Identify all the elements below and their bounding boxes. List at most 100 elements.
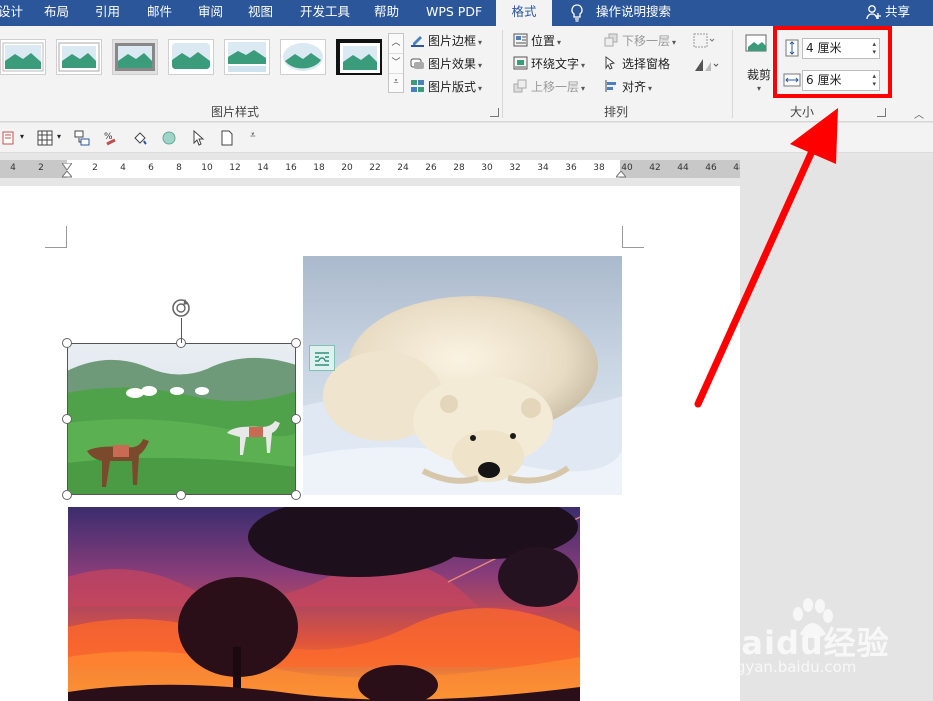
dropdown-arrow-icon[interactable]: ▾	[20, 132, 24, 141]
ruler-tick-label: 14	[257, 163, 269, 173]
resize-handle-bottom[interactable]	[176, 490, 186, 500]
tab-mailings[interactable]: 邮件	[147, 0, 172, 26]
resize-handle-bottom-left[interactable]	[62, 490, 72, 500]
rotate-handle-icon[interactable]	[170, 297, 192, 319]
paint-bucket-icon[interactable]	[132, 130, 148, 146]
selection-pane-button[interactable]: 选择窗格	[604, 54, 670, 74]
percent-icon[interactable]: %	[103, 130, 119, 146]
group-label-picture-styles: 图片样式	[210, 105, 259, 119]
ruler-tick-label: 36	[565, 163, 577, 173]
layout-options-icon[interactable]	[309, 345, 335, 371]
position-icon	[513, 33, 528, 47]
dialog-launcher-icon[interactable]	[490, 108, 499, 117]
picture-style-4[interactable]	[168, 39, 214, 75]
new-page-icon[interactable]	[219, 130, 235, 146]
convert-icon[interactable]	[74, 130, 90, 146]
tab-review[interactable]: 审阅	[198, 0, 223, 26]
wrap-text-button[interactable]: 环绕文字 ▾	[513, 54, 585, 74]
ruler-tick-label: 34	[537, 163, 549, 173]
polar-bear-photo[interactable]	[303, 256, 622, 495]
picture-style-5[interactable]	[224, 39, 270, 75]
resize-handle-top-left[interactable]	[62, 338, 72, 348]
sunset-tree-photo[interactable]	[68, 507, 580, 701]
resize-handle-bottom-right[interactable]	[291, 490, 301, 500]
group-separator	[732, 30, 733, 118]
picture-layout-button[interactable]: 图片版式 ▾	[410, 77, 482, 97]
wrap-text-icon	[513, 56, 528, 70]
send-backward-icon	[604, 33, 619, 47]
crop-icon[interactable]	[744, 33, 772, 59]
horizontal-ruler: 4 2 2 4 6 8 10 12 14 16 18 20 22 24 26 28 30 32 34 36 38 40 42…	[0, 160, 745, 178]
rotate-icon[interactable]	[693, 57, 719, 73]
ruler-tick-label: 4	[120, 163, 126, 173]
tab-format[interactable]: 格式	[496, 0, 552, 26]
crop-dropdown-icon[interactable]: ▾	[757, 84, 761, 93]
chevron-up-icon[interactable]: ︿	[389, 34, 403, 54]
table-icon[interactable]	[37, 130, 53, 146]
picture-style-6[interactable]	[280, 39, 326, 75]
customize-toolbar-icon[interactable]: ⩡	[250, 130, 256, 141]
more-icon[interactable]: ⩡	[389, 74, 403, 92]
tab-references[interactable]: 引用	[95, 0, 120, 26]
effects-icon	[410, 56, 425, 70]
gallery-scroll[interactable]: ︿ ﹀ ⩡	[388, 33, 404, 93]
tab-wps-pdf[interactable]: WPS PDF	[426, 0, 482, 26]
ruler-tick-label: 30	[481, 163, 493, 173]
margin-corner-mark	[622, 226, 644, 248]
tab-developer[interactable]: 开发工具	[300, 0, 350, 26]
collapse-ribbon-icon[interactable]: ︿	[914, 106, 924, 121]
resize-handle-left[interactable]	[62, 414, 72, 424]
ruler-tick-label: 20	[341, 163, 353, 173]
size-dialog-launcher-icon[interactable]	[877, 108, 886, 117]
ruler-tick-label: 24	[397, 163, 409, 173]
chevron-down-icon[interactable]: ﹀	[389, 54, 403, 74]
add-person-icon	[866, 4, 882, 21]
gutter	[0, 178, 740, 186]
align-button[interactable]: 对齐 ▾	[604, 77, 652, 97]
ruler-tick-label: 2	[38, 163, 44, 173]
tab-design[interactable]: 设计	[0, 0, 23, 26]
resize-handle-right[interactable]	[291, 414, 301, 424]
group-objects-icon[interactable]	[693, 33, 715, 49]
circle-shape-icon[interactable]	[161, 130, 177, 146]
shape-insert-icon[interactable]	[2, 130, 18, 146]
ruler-tick-label: 4	[10, 163, 16, 173]
rotate-stem	[181, 318, 182, 343]
picture-style-7[interactable]	[336, 39, 382, 75]
picture-style-3[interactable]	[112, 39, 158, 75]
ruler-tick-label: 42	[649, 163, 661, 173]
first-line-indent-marker[interactable]	[61, 160, 73, 171]
margin-corner-mark	[45, 226, 67, 248]
highlight-box	[773, 26, 892, 98]
resize-handle-top-right[interactable]	[291, 338, 301, 348]
picture-style-2[interactable]	[56, 39, 102, 75]
bring-forward-icon	[513, 79, 528, 93]
watermark-url: jingyan.baidu.com	[718, 658, 857, 676]
share-button[interactable]: 共享	[885, 0, 910, 26]
picture-border-button[interactable]: 图片边框 ▾	[410, 31, 482, 51]
ruler-tick-label: 18	[313, 163, 325, 173]
group-label-arrange: 排列	[603, 105, 628, 119]
ruler-tick-label: 10	[201, 163, 213, 173]
dropdown-arrow-icon[interactable]: ▾	[57, 132, 61, 141]
ruler-tick-label: 32	[509, 163, 521, 173]
position-button[interactable]: 位置 ▾	[513, 31, 561, 51]
ruler-tick-label: 6	[148, 163, 154, 173]
tab-layout[interactable]: 布局	[44, 0, 69, 26]
tab-help[interactable]: 帮助	[374, 0, 399, 26]
picture-style-1[interactable]	[0, 39, 46, 75]
ruler-tick-label: 12	[229, 163, 241, 173]
cursor-icon[interactable]	[190, 129, 206, 146]
layout-icon	[410, 79, 425, 93]
tab-view[interactable]: 视图	[248, 0, 273, 26]
crop-button[interactable]: 裁剪	[747, 66, 771, 83]
tell-me-search[interactable]: 操作说明搜索	[596, 0, 671, 26]
ribbon-tab-bar: 设计 布局 引用 邮件 审阅 视图 开发工具 帮助 WPS PDF 格式 操作说…	[0, 0, 933, 26]
picture-effects-button[interactable]: 图片效果 ▾	[410, 54, 482, 74]
bring-forward-button[interactable]: 上移一层 ▾	[513, 77, 585, 97]
send-backward-button[interactable]: 下移一层 ▾	[604, 31, 676, 51]
right-indent-marker[interactable]	[614, 169, 628, 178]
selection-frame[interactable]	[67, 343, 296, 495]
ruler-tick-label: 26	[425, 163, 437, 173]
hanging-indent-marker[interactable]	[60, 169, 74, 178]
